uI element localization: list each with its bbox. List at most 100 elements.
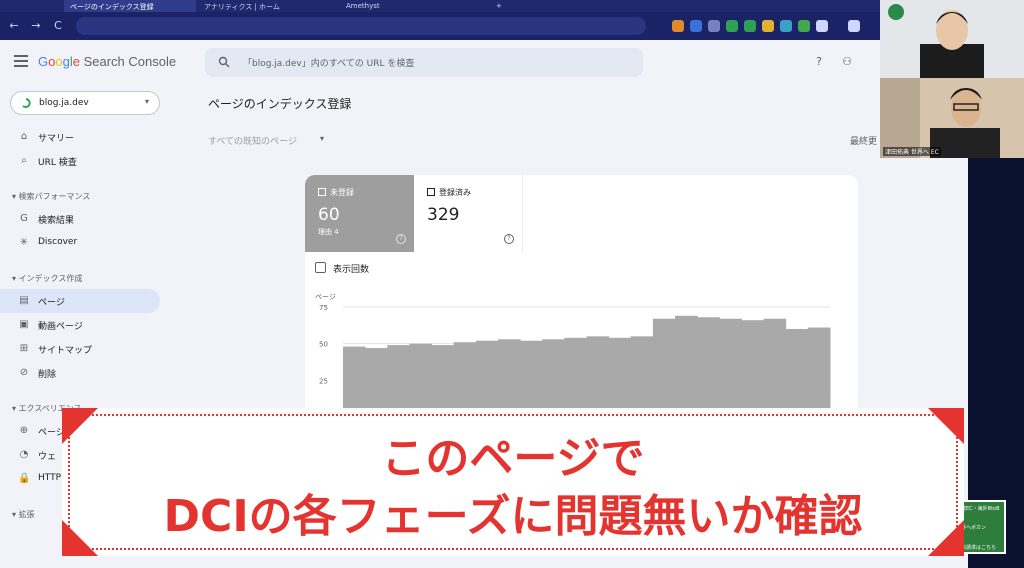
chart-bar[interactable] — [475, 340, 499, 417]
chart-bar[interactable] — [431, 345, 455, 417]
last-updated-label: 最終更 — [850, 137, 878, 147]
sidebar-item-label: ウェ — [38, 452, 57, 462]
chart-bar[interactable] — [630, 336, 654, 417]
section-indexing[interactable]: ▾ インデックス作成 — [12, 273, 82, 284]
impressions-checkbox[interactable] — [315, 262, 326, 273]
extension-icon[interactable] — [708, 20, 720, 32]
chart-bar[interactable] — [564, 337, 587, 417]
participant-video — [880, 0, 1024, 78]
page-filter-dropdown[interactable]: すべての既知のページ — [208, 134, 297, 147]
sidebar-item-label: 削除 — [38, 370, 57, 380]
chart-bar[interactable] — [807, 327, 831, 417]
chart-ytick-label: 50 — [319, 341, 328, 349]
chart-bar[interactable] — [586, 336, 610, 417]
back-button[interactable]: ← — [6, 18, 22, 34]
video-icon: ▣ — [19, 319, 29, 330]
sidebar-item-sitemaps[interactable]: ⊞ サイトマップ — [0, 337, 160, 361]
stat-indexed[interactable]: 登録済み 329 ? — [414, 175, 523, 252]
participant-name: 津田拓典 世界へ EC — [883, 147, 941, 156]
new-tab-button[interactable]: + — [490, 0, 504, 12]
chart-bar[interactable] — [409, 343, 433, 417]
tab-analytics[interactable]: アナリティクス | ホーム — [198, 0, 338, 12]
property-name: blog.ja.dev — [39, 98, 89, 108]
sidebar-item-video-pages[interactable]: ▣ 動画ページ — [0, 313, 160, 337]
chart-bar[interactable] — [520, 340, 543, 417]
stat-label: 登録済み — [439, 188, 471, 197]
property-icon — [22, 98, 31, 108]
chart-bar[interactable] — [675, 315, 698, 417]
browser-toolbar: ← → C — [0, 12, 968, 40]
forward-button[interactable]: → — [28, 18, 44, 34]
chevron-down-icon[interactable]: ▾ — [320, 134, 324, 143]
webcam-participant-2: 津田拓典 世界へ EC — [880, 78, 1024, 158]
tab-index-coverage[interactable]: ページのインデックス登録 — [64, 0, 196, 12]
stat-label: 未登録 — [330, 188, 354, 197]
extension-icon[interactable] — [816, 20, 828, 32]
manage-users-icon[interactable]: ⚇ — [840, 55, 854, 69]
tab-bar: ページのインデックス登録 アナリティクス | ホーム Amethyst + — [0, 0, 968, 12]
stat-value: 60 — [318, 205, 340, 225]
chart-bar[interactable] — [652, 318, 676, 417]
reload-button[interactable]: C — [50, 18, 66, 34]
chart-bar[interactable] — [763, 318, 787, 417]
sidebar-toggle-icon[interactable] — [848, 20, 860, 32]
sidebar-item-label: HTTP — [38, 473, 62, 483]
chart-ylabel: ページ — [315, 293, 336, 301]
video-caption: このページで DCIの各フェーズに問題無いか確認 — [62, 408, 964, 556]
caption-line-1: このページで — [381, 433, 645, 484]
chart-bar[interactable] — [741, 320, 765, 417]
removal-icon: ⊘ — [19, 367, 29, 378]
extension-icon[interactable] — [780, 20, 792, 32]
sidebar-item-url-inspection[interactable]: ⌕ URL 検査 — [0, 149, 160, 173]
sidebar-item-discover[interactable]: ✳ Discover — [0, 231, 160, 255]
chart-ytick-label: 75 — [319, 304, 328, 312]
extension-icon[interactable] — [672, 20, 684, 32]
tab-amethyst[interactable]: Amethyst — [340, 0, 480, 12]
menu-icon[interactable] — [14, 55, 28, 67]
chart-bar[interactable] — [785, 329, 809, 417]
page-title: ページのインデックス登録 — [208, 97, 352, 111]
search-placeholder: 「blog.ja.dev」内のすべての URL を検査 — [243, 59, 415, 69]
chart-bar[interactable] — [387, 345, 410, 417]
help-icon[interactable]: ? — [504, 234, 514, 244]
chart-bar[interactable] — [343, 346, 366, 417]
extension-icon[interactable] — [798, 20, 810, 32]
sidebar-item-pages[interactable]: ▤ ページ — [0, 289, 160, 313]
address-bar[interactable] — [76, 17, 646, 35]
sidebar-item-label: サイトマップ — [38, 346, 93, 356]
search-console-logo[interactable]: Google Search Console — [38, 54, 176, 69]
sidebar-item-removals[interactable]: ⊘ 削除 — [0, 361, 160, 385]
section-extensions[interactable]: ▾ 拡張 — [12, 509, 35, 520]
sidebar-item-label: 動画ページ — [38, 322, 83, 332]
section-performance[interactable]: ▾ 検索パフォーマンス — [12, 191, 90, 202]
plus-circle-icon: ⊕ — [19, 425, 29, 436]
extension-icon[interactable] — [744, 20, 756, 32]
stat-not-indexed[interactable]: 未登録 60 理由 4 ? — [305, 175, 414, 252]
chart-bar[interactable] — [719, 318, 742, 417]
help-icon[interactable]: ? — [812, 55, 826, 69]
checkbox-icon[interactable] — [427, 188, 435, 196]
caption-line-2: DCIの各フェーズに問題無いか確認 — [163, 491, 863, 542]
help-icon[interactable]: ? — [396, 234, 406, 244]
sidebar-item-summary[interactable]: ⌂ サマリー — [0, 125, 160, 149]
chart-bar[interactable] — [542, 339, 565, 417]
chart-bar[interactable] — [453, 342, 477, 417]
sidebar-item-search-results[interactable]: G 検索結果 — [0, 207, 160, 231]
extension-icon[interactable] — [762, 20, 774, 32]
chart-bar[interactable] — [697, 317, 720, 417]
asterisk-icon: ✳ — [19, 237, 29, 248]
url-inspect-search[interactable]: 「blog.ja.dev」内のすべての URL を検査 — [205, 48, 643, 77]
search-icon — [218, 56, 230, 68]
extension-icon[interactable] — [690, 20, 702, 32]
extension-icon[interactable] — [726, 20, 738, 32]
chart-bar[interactable] — [365, 348, 388, 417]
stat-reasons: 理由 4 — [318, 228, 339, 236]
participant-video — [880, 78, 1024, 158]
chevron-down-icon: ▾ — [144, 97, 149, 106]
checkbox-checked-icon[interactable] — [318, 188, 326, 196]
chart-bar[interactable] — [497, 339, 521, 417]
chart-bar[interactable] — [608, 337, 632, 417]
property-selector[interactable]: blog.ja.dev ▾ — [10, 91, 160, 115]
stat-value: 329 — [427, 205, 460, 225]
sidebar-item-label: Discover — [38, 237, 78, 247]
